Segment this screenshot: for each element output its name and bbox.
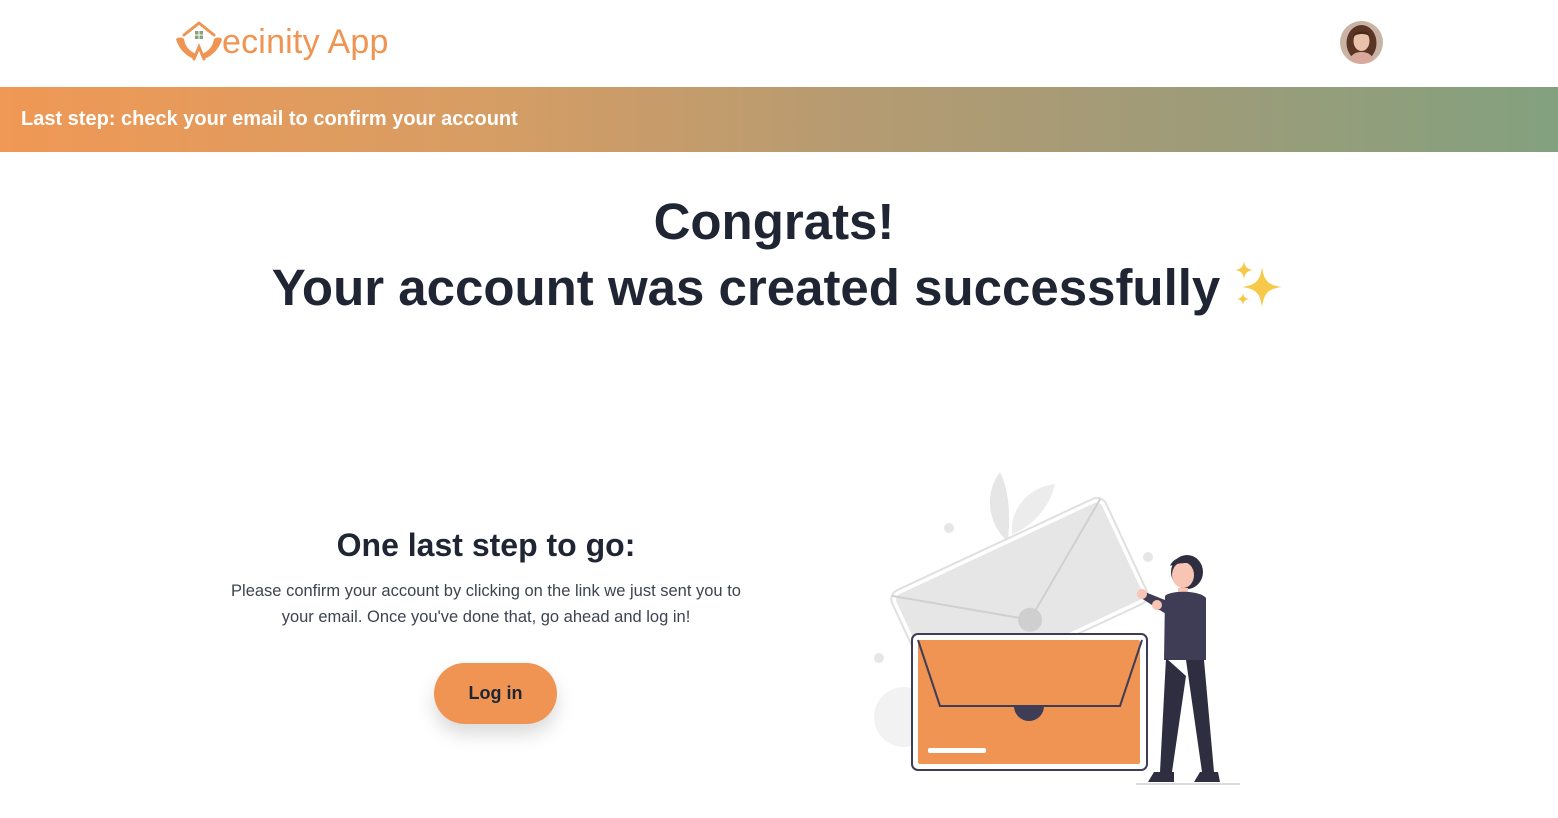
user-avatar[interactable] — [1340, 21, 1383, 64]
email-envelope-illustration — [860, 462, 1260, 792]
app-logo[interactable]: ecinity App — [174, 16, 389, 68]
heading-congrats: Congrats! — [653, 193, 895, 250]
top-navbar: ecinity App — [0, 0, 1558, 87]
step-description: Please confirm your account by clicking … — [231, 582, 741, 626]
confirmation-banner: Last step: check your email to confirm y… — [0, 87, 1558, 152]
sparkles-icon — [1232, 258, 1286, 326]
next-step-section: One last step to go: Please confirm your… — [230, 524, 742, 630]
login-button[interactable]: Log in — [434, 663, 557, 724]
banner-text: Last step: check your email to confirm y… — [21, 108, 518, 130]
logo-text: ecinity App — [222, 23, 389, 61]
step-title: One last step to go: — [336, 527, 636, 563]
success-heading: Congrats! Your account was created succe… — [0, 190, 1558, 326]
heading-success-line: Your account was created successfully — [0, 254, 1558, 326]
house-hands-icon — [176, 21, 222, 61]
avatar-image — [1340, 21, 1383, 64]
heading-success-text: Your account was created successfully — [271, 259, 1221, 316]
